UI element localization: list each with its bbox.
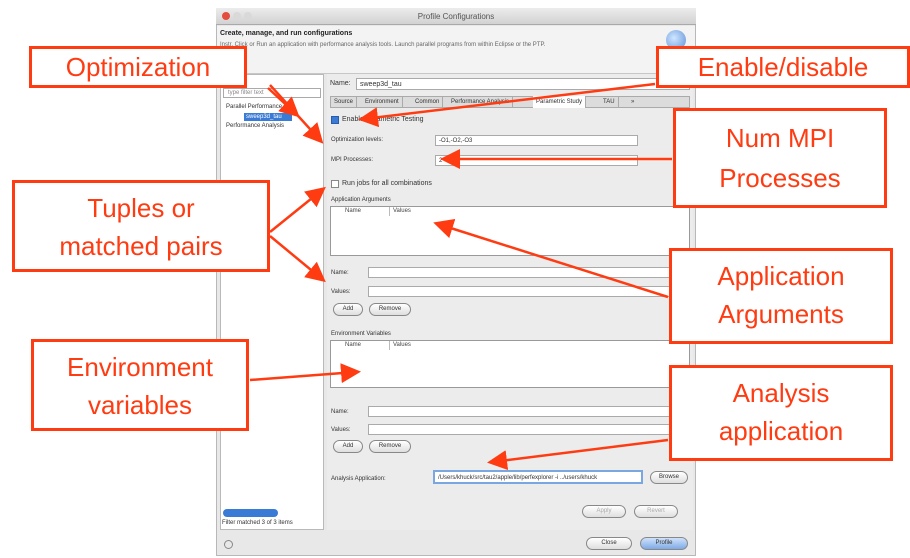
- annotation-num-mpi-line1: Num MPI: [725, 123, 835, 153]
- annotation-analysis-line1: Analysis: [732, 378, 830, 408]
- annotation-analysis-line2: application: [718, 416, 844, 446]
- env-vars-arrow: [249, 363, 361, 384]
- annotation-num-mpi-line2: Processes: [719, 163, 841, 193]
- annotation-env-line1: Environment: [67, 352, 213, 382]
- optimization-arrow-2: [267, 87, 300, 118]
- annotation-app-args-line2: Arguments: [718, 299, 844, 329]
- annotation-enable-disable: Enable/disable: [656, 46, 910, 88]
- annotation-optimization-text: Optimization: [65, 52, 211, 82]
- app-args-arrow: [433, 219, 669, 299]
- tuples-arrow-1: [269, 186, 326, 233]
- annotation-enable-text: Enable/disable: [697, 52, 869, 82]
- annotation-app-args: Application Arguments: [669, 248, 893, 344]
- annotation-app-args-line1: Application: [717, 261, 845, 291]
- annotation-optimization: Optimization: [29, 46, 247, 88]
- annotation-env-line2: variables: [87, 390, 193, 420]
- annotation-tuples-line1: Tuples or: [87, 193, 195, 223]
- annotation-analysis: Analysis application: [669, 365, 893, 461]
- annotation-env-vars: Environment variables: [31, 339, 249, 431]
- annotation-tuples: Tuples or matched pairs: [12, 180, 270, 272]
- tuples-arrow-2: [269, 235, 326, 283]
- enable-arrow: [358, 82, 656, 128]
- analysis-arrow: [487, 438, 669, 471]
- annotation-tuples-line2: matched pairs: [59, 231, 223, 261]
- annotation-num-mpi: Num MPI Processes: [673, 108, 887, 208]
